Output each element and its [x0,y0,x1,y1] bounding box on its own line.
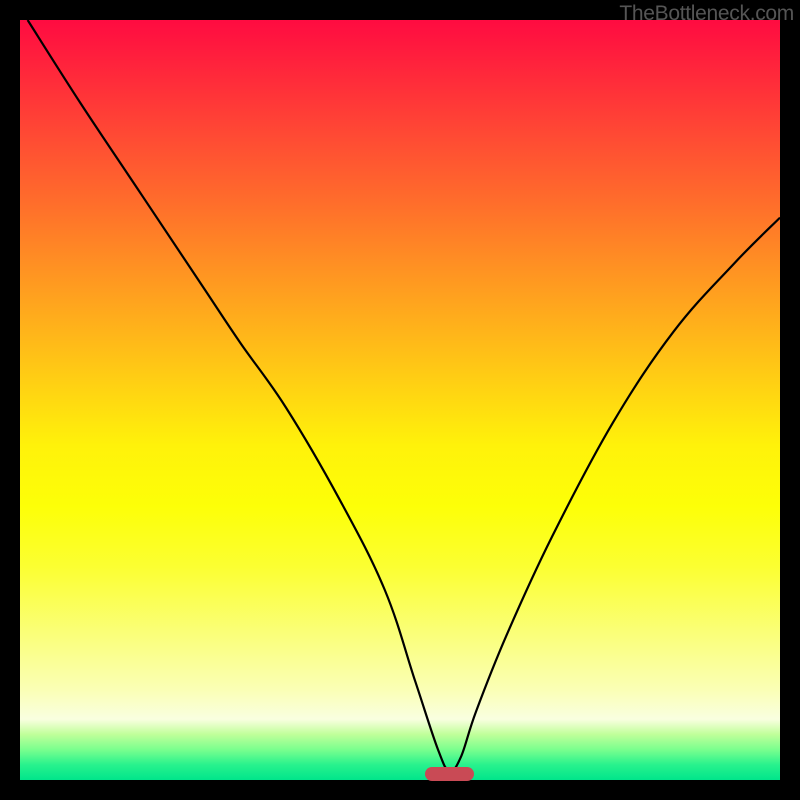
plot-area [20,20,780,780]
chart-container: TheBottleneck.com [0,0,800,800]
optimum-marker [425,767,474,781]
curve-svg [20,20,780,780]
bottleneck-curve-path [28,20,780,771]
